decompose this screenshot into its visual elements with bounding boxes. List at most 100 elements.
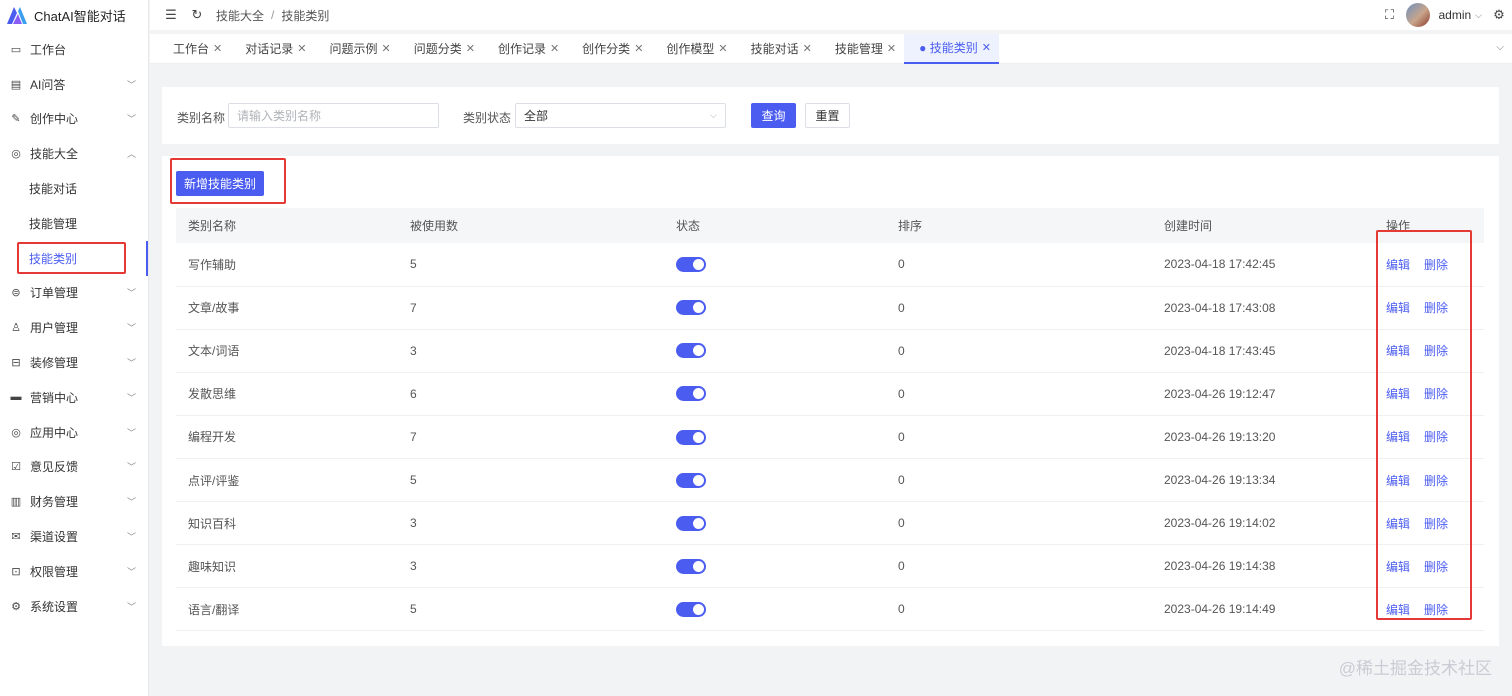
- sidebar-item-monitor[interactable]: ▭ 工作台: [0, 32, 148, 67]
- avatar[interactable]: [1406, 3, 1431, 27]
- add-category-button[interactable]: 新增技能类别: [176, 171, 264, 196]
- sidebar-item-decor[interactable]: ⊟ 装修管理 ﹀: [0, 345, 148, 380]
- status-toggle[interactable]: [676, 386, 706, 402]
- sidebar-item-finance[interactable]: ▥ 财务管理 ﹀: [0, 484, 148, 519]
- sidebar-subitem[interactable]: 技能类别: [0, 240, 148, 276]
- delete-link[interactable]: 删除: [1424, 603, 1448, 617]
- app-logo[interactable]: ChatAI智能对话: [0, 0, 148, 30]
- chevron-down-icon[interactable]: ⌵: [1496, 42, 1504, 53]
- sidebar-item-feedback[interactable]: ☑ 意见反馈 ﹀: [0, 450, 148, 485]
- category-name-input[interactable]: [228, 103, 439, 128]
- chevron-down-icon[interactable]: ⌵: [1475, 10, 1482, 21]
- delete-link[interactable]: 删除: [1424, 474, 1448, 488]
- user-name[interactable]: admin: [1438, 8, 1471, 22]
- sidebar-item-label: 系统设置: [30, 599, 79, 614]
- sidebar-item-marketing[interactable]: ▬ 营销中心 ﹀: [0, 380, 148, 415]
- cell-sort: 0: [886, 587, 1152, 632]
- fullscreen-icon[interactable]: ⛶: [1382, 7, 1396, 22]
- status-toggle[interactable]: [676, 515, 706, 531]
- edit-link[interactable]: 编辑: [1386, 560, 1410, 574]
- sidebar-item-app[interactable]: ◎ 应用中心 ﹀: [0, 415, 148, 450]
- delete-link[interactable]: 删除: [1424, 344, 1448, 358]
- chevron-down-icon: ﹀: [126, 358, 136, 369]
- toggle-knob: [693, 474, 704, 486]
- cell-actions: 编辑 删除: [1374, 243, 1484, 287]
- delete-link[interactable]: 删除: [1424, 301, 1448, 315]
- edit-link[interactable]: 编辑: [1386, 474, 1410, 488]
- delete-link[interactable]: 删除: [1424, 517, 1448, 531]
- tab[interactable]: 创作模型 ✕: [651, 34, 735, 64]
- edit-link[interactable]: 编辑: [1386, 603, 1410, 617]
- cell-status: [664, 458, 886, 503]
- edit-link[interactable]: 编辑: [1386, 301, 1410, 315]
- sidebar-item-pen[interactable]: ✎ 创作中心 ﹀: [0, 102, 148, 137]
- sidebar-subitem[interactable]: 技能对话: [0, 171, 148, 206]
- status-toggle[interactable]: [676, 429, 706, 445]
- sidebar-item-user[interactable]: ♙ 用户管理 ﹀: [0, 310, 148, 345]
- close-icon[interactable]: ✕: [634, 42, 643, 55]
- menu-fold-icon[interactable]: ☰: [164, 7, 178, 22]
- tab[interactable]: 问题分类 ✕: [399, 34, 483, 64]
- status-toggle[interactable]: [676, 558, 706, 574]
- edit-link[interactable]: 编辑: [1386, 430, 1410, 444]
- cell-used-count: 6: [398, 372, 664, 416]
- chevron-down-icon: ﹀: [126, 532, 136, 543]
- close-icon[interactable]: ✕: [718, 42, 727, 55]
- tab[interactable]: 对话记录 ✕: [230, 34, 314, 64]
- refresh-icon[interactable]: ↻: [190, 7, 204, 22]
- status-toggle[interactable]: [676, 601, 706, 617]
- cell-created-time: 2023-04-18 17:43:08: [1152, 286, 1374, 330]
- channel-icon: ✉: [11, 531, 21, 544]
- cell-status: [664, 286, 886, 330]
- close-icon[interactable]: ✕: [887, 42, 896, 55]
- sidebar-item-chat[interactable]: ▤ AI问答 ﹀: [0, 67, 148, 102]
- gear-icon[interactable]: ⚙: [1492, 7, 1506, 22]
- column-header-sort: 排序: [886, 208, 1152, 243]
- sidebar-item-lock[interactable]: ⊡ 权限管理 ﹀: [0, 554, 148, 589]
- cell-used-count: 7: [398, 286, 664, 330]
- delete-link[interactable]: 删除: [1424, 387, 1448, 401]
- close-icon[interactable]: ✕: [213, 42, 222, 55]
- sidebar-item-settings[interactable]: ⚙ 系统设置 ﹀: [0, 589, 148, 624]
- tab-label: 问题分类: [413, 42, 462, 56]
- cell-created-time: 2023-04-18 17:43:45: [1152, 329, 1374, 373]
- edit-link[interactable]: 编辑: [1386, 344, 1410, 358]
- tab[interactable]: 工作台 ✕: [158, 34, 230, 64]
- query-button[interactable]: 查询: [751, 103, 796, 128]
- close-icon[interactable]: ✕: [381, 42, 390, 55]
- table-row: 点评/评鉴 5 0 2023-04-26 19:13:34 编辑 删除: [176, 458, 1484, 503]
- sidebar-item-order[interactable]: ⊜ 订单管理 ﹀: [0, 276, 148, 311]
- close-icon[interactable]: ✕: [803, 42, 812, 55]
- column-header-actions: 操作: [1374, 208, 1484, 243]
- sidebar-item-skill[interactable]: ◎ 技能大全 ︿: [0, 136, 148, 171]
- status-toggle[interactable]: [676, 343, 706, 359]
- close-icon[interactable]: ✕: [297, 42, 306, 55]
- status-toggle[interactable]: [676, 300, 706, 316]
- tab[interactable]: 创作分类 ✕: [567, 34, 651, 64]
- cell-used-count: 5: [398, 458, 664, 503]
- status-toggle[interactable]: [676, 472, 706, 488]
- delete-link[interactable]: 删除: [1424, 560, 1448, 574]
- delete-link[interactable]: 删除: [1424, 258, 1448, 272]
- sidebar: ChatAI智能对话 ▭ 工作台 ▤ AI问答 ﹀ ✎ 创作中心 ﹀ ◎ 技能大全 ︿ 技能对话 技能管…: [0, 0, 149, 696]
- close-icon[interactable]: ✕: [982, 41, 991, 54]
- cell-actions: 编辑 删除: [1374, 587, 1484, 632]
- tab[interactable]: ● 技能类别 ✕: [904, 33, 999, 64]
- edit-link[interactable]: 编辑: [1386, 387, 1410, 401]
- sidebar-item-channel[interactable]: ✉ 渠道设置 ﹀: [0, 519, 148, 554]
- tab[interactable]: 技能对话 ✕: [736, 34, 820, 64]
- edit-link[interactable]: 编辑: [1386, 517, 1410, 531]
- cell-used-count: 5: [398, 587, 664, 632]
- tab[interactable]: 问题示例 ✕: [314, 34, 398, 64]
- close-icon[interactable]: ✕: [466, 42, 475, 55]
- category-status-select[interactable]: 全部 ⌵: [515, 103, 726, 128]
- tab[interactable]: 创作记录 ✕: [483, 34, 567, 64]
- breadcrumb-item-parent[interactable]: 技能大全: [216, 7, 264, 24]
- sidebar-subitem[interactable]: 技能管理: [0, 206, 148, 241]
- tab[interactable]: 技能管理 ✕: [820, 34, 904, 64]
- delete-link[interactable]: 删除: [1424, 430, 1448, 444]
- close-icon[interactable]: ✕: [550, 42, 559, 55]
- edit-link[interactable]: 编辑: [1386, 258, 1410, 272]
- reset-button[interactable]: 重置: [805, 103, 850, 128]
- status-toggle[interactable]: [676, 256, 706, 272]
